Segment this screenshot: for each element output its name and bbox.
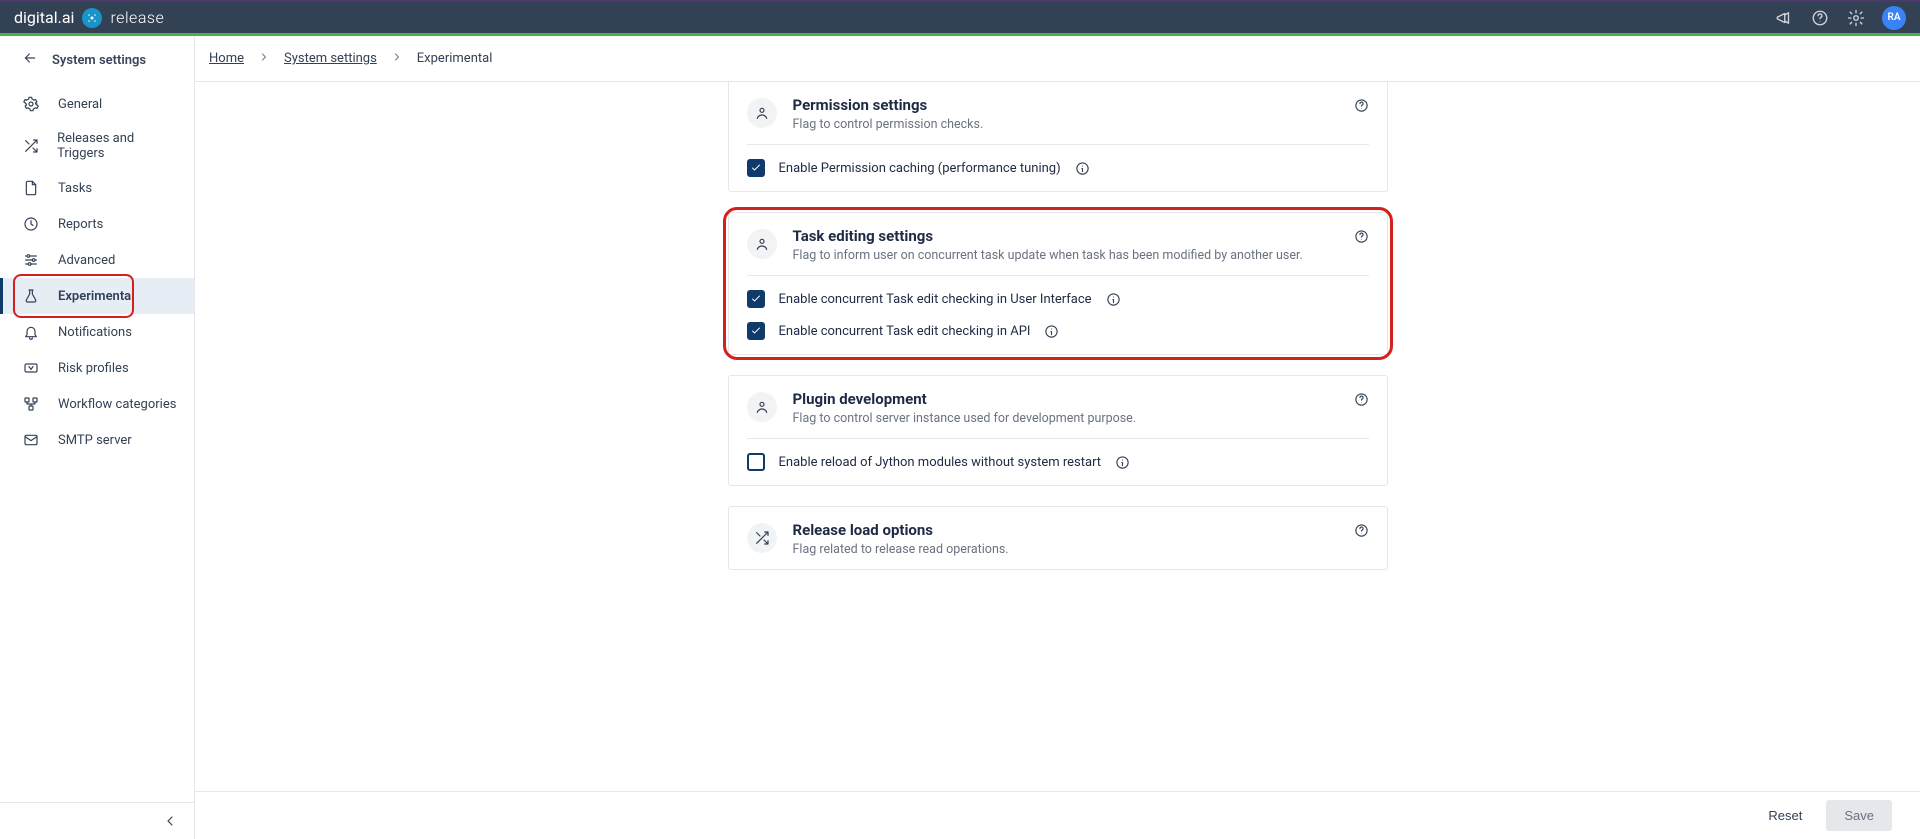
breadcrumb-system-settings[interactable]: System settings <box>284 51 377 66</box>
card-help-icon[interactable] <box>1354 229 1369 248</box>
back-arrow-icon[interactable] <box>22 50 38 70</box>
sliders-icon <box>22 251 40 269</box>
card-subtitle: Flag to inform user on concurrent task u… <box>793 248 1303 263</box>
card-subtitle: Flag related to release read operations. <box>793 542 1009 557</box>
sidebar-item-label: SMTP server <box>58 433 132 448</box>
sidebar-item-label: Notifications <box>58 325 132 340</box>
sidebar-item-label: Risk profiles <box>58 361 129 376</box>
sidebar-item-label: Reports <box>58 217 103 232</box>
card-help-icon[interactable] <box>1354 523 1369 542</box>
clock-icon <box>22 215 40 233</box>
card-release-load-options: Release load options Flag related to rel… <box>728 506 1388 570</box>
setting-label: Enable concurrent Task edit checking in … <box>779 292 1092 307</box>
setting-label: Enable Permission caching (performance t… <box>779 161 1061 176</box>
card-help-icon[interactable] <box>1354 392 1369 411</box>
sidebar-item-smtp-server[interactable]: SMTP server <box>0 422 194 458</box>
sidebar-item-risk-profiles[interactable]: Risk profiles <box>0 350 194 386</box>
card-permission-settings: Permission settings Flag to control perm… <box>728 82 1388 192</box>
top-bar-actions: RA <box>1774 6 1906 30</box>
sidebar-item-workflow-categories[interactable]: Workflow categories <box>0 386 194 422</box>
info-icon[interactable] <box>1106 292 1121 307</box>
checkbox-task-edit-ui[interactable] <box>747 290 765 308</box>
brand-product: release <box>110 8 164 27</box>
mail-icon <box>22 431 40 449</box>
help-icon[interactable] <box>1810 8 1830 28</box>
breadcrumb-home[interactable]: Home <box>209 51 244 66</box>
chevron-right-icon <box>391 51 403 67</box>
sidebar-item-label: Tasks <box>58 181 92 196</box>
document-icon <box>22 179 40 197</box>
card-title: Plugin development <box>793 390 1137 408</box>
person-icon <box>747 98 777 128</box>
person-icon <box>747 229 777 259</box>
card-subtitle: Flag to control permission checks. <box>793 117 984 132</box>
shuffle-icon <box>747 523 777 553</box>
reset-button[interactable]: Reset <box>1768 808 1802 823</box>
setting-row-jython-reload: Enable reload of Jython modules without … <box>729 439 1387 485</box>
sidebar-footer <box>0 802 194 839</box>
scroll-area[interactable]: Permission settings Flag to control perm… <box>195 82 1920 791</box>
sidebar-item-reports[interactable]: Reports <box>0 206 194 242</box>
person-icon <box>747 392 777 422</box>
chevron-right-icon <box>258 51 270 67</box>
brand-icon <box>82 8 102 28</box>
sidebar: System settings General Releases and Tri… <box>0 36 195 839</box>
sidebar-item-label: Workflow categories <box>58 397 176 412</box>
sidebar-item-advanced[interactable]: Advanced <box>0 242 194 278</box>
sidebar-title: System settings <box>52 53 146 68</box>
sidebar-item-label: Experimental <box>58 289 135 304</box>
checkbox-task-edit-api[interactable] <box>747 322 765 340</box>
checkbox-jython-reload[interactable] <box>747 453 765 471</box>
setting-row-task-edit-ui: Enable concurrent Task edit checking in … <box>729 276 1387 322</box>
info-icon[interactable] <box>1115 455 1130 470</box>
breadcrumb: Home System settings Experimental <box>195 36 1920 82</box>
workflow-icon <box>22 395 40 413</box>
card-title: Release load options <box>793 521 1009 539</box>
sidebar-item-releases-triggers[interactable]: Releases and Triggers <box>0 122 194 170</box>
sidebar-item-label: Advanced <box>58 253 115 268</box>
info-icon[interactable] <box>1075 161 1090 176</box>
sidebar-item-notifications[interactable]: Notifications <box>0 314 194 350</box>
setting-label: Enable reload of Jython modules without … <box>779 455 1102 470</box>
gear-icon <box>22 95 40 113</box>
save-button[interactable]: Save <box>1826 800 1892 831</box>
sidebar-item-tasks[interactable]: Tasks <box>0 170 194 206</box>
card-subtitle: Flag to control server instance used for… <box>793 411 1137 426</box>
setting-row-permission-caching: Enable Permission caching (performance t… <box>729 145 1387 191</box>
ticket-icon <box>22 359 40 377</box>
collapse-sidebar-icon[interactable] <box>160 811 180 831</box>
card-title: Permission settings <box>793 96 984 114</box>
sidebar-item-experimental[interactable]: Experimental <box>0 278 194 314</box>
shuffle-icon <box>22 137 39 155</box>
setting-label: Enable concurrent Task edit checking in … <box>779 324 1031 339</box>
brand-main: digital.ai <box>14 8 74 27</box>
action-bar: Reset Save <box>195 791 1920 839</box>
flask-icon <box>22 287 40 305</box>
card-task-editing-settings: Task editing settings Flag to inform use… <box>728 212 1388 355</box>
info-icon[interactable] <box>1044 324 1059 339</box>
card-help-icon[interactable] <box>1354 98 1369 117</box>
sidebar-item-label: General <box>58 97 102 112</box>
card-plugin-development: Plugin development Flag to control serve… <box>728 375 1388 486</box>
brand: digital.ai release <box>14 8 164 28</box>
sidebar-item-general[interactable]: General <box>0 86 194 122</box>
sidebar-nav: General Releases and Triggers Tasks Repo… <box>0 82 194 802</box>
settings-icon[interactable] <box>1846 8 1866 28</box>
card-title: Task editing settings <box>793 227 1303 245</box>
bell-icon <box>22 323 40 341</box>
content: Home System settings Experimental Permis… <box>195 36 1920 839</box>
checkbox-permission-caching[interactable] <box>747 159 765 177</box>
sidebar-header: System settings <box>0 36 194 82</box>
top-bar: digital.ai release RA <box>0 0 1920 36</box>
announce-icon[interactable] <box>1774 8 1794 28</box>
avatar[interactable]: RA <box>1882 6 1906 30</box>
breadcrumb-current: Experimental <box>417 51 493 66</box>
sidebar-item-label: Releases and Triggers <box>57 131 178 161</box>
setting-row-task-edit-api: Enable concurrent Task edit checking in … <box>729 322 1387 354</box>
